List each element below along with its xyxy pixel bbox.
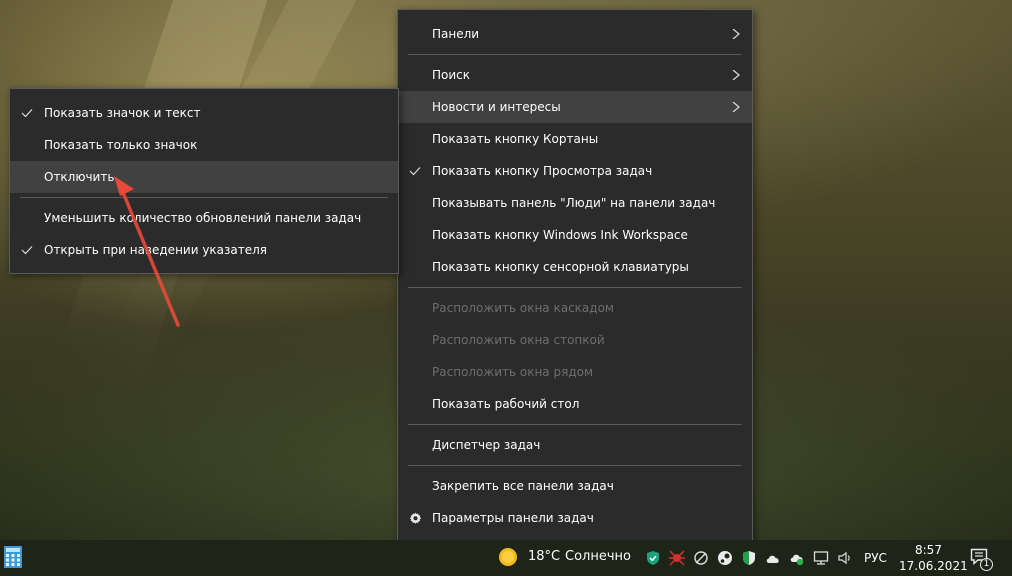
menu-item-show-icon-only[interactable]: Показать только значок [10, 129, 398, 161]
menu-item-label: Уменьшить количество обновлений панели з… [44, 211, 362, 225]
checkmark-icon [21, 109, 33, 118]
menu-item-label: Показать кнопку Просмотра задач [432, 164, 653, 178]
menu-item-show-cortana-button[interactable]: Показать кнопку Кортаны [398, 123, 752, 155]
menu-item-label: Расположить окна каскадом [432, 301, 614, 315]
menu-item-label: Расположить окна рядом [432, 365, 594, 379]
menu-item-search[interactable]: Поиск [398, 59, 752, 91]
speaker-volume-icon[interactable] [837, 550, 853, 566]
menu-item-label: Показать кнопку сенсорной клавиатуры [432, 260, 689, 274]
menu-item-label: Показывать панель "Люди" на панели задач [432, 196, 716, 210]
clock-time: 8:57 [915, 543, 942, 557]
chevron-right-icon [732, 70, 740, 80]
menu-item-side-by-side-windows: Расположить окна рядом [398, 356, 752, 388]
menu-item-turn-off[interactable]: Отключить [10, 161, 398, 193]
gear-icon [409, 512, 422, 524]
menu-item-label: Диспетчер задач [432, 438, 541, 452]
network-disconnected-icon[interactable] [693, 550, 709, 566]
checkmark-icon [21, 246, 33, 255]
menu-item-show-icon-and-text[interactable]: Показать значок и текст [10, 97, 398, 129]
checkmark-icon [409, 167, 421, 176]
menu-item-label: Показать только значок [44, 138, 198, 152]
menu-item-stack-windows: Расположить окна стопкой [398, 324, 752, 356]
clock[interactable]: 8:57 17.06.2021 [895, 542, 968, 574]
weather-condition[interactable]: Солнечно [565, 550, 631, 564]
taskbar: 18°C Солнечно РУС 8:57 17.06.2021 1 [0, 540, 1012, 576]
cloud-sync-icon[interactable] [789, 550, 805, 566]
menu-separator [408, 465, 742, 466]
menu-item-show-task-view-button[interactable]: Показать кнопку Просмотра задач [398, 155, 752, 187]
menu-item-label: Панели [432, 27, 480, 41]
menu-item-show-ink-workspace-button[interactable]: Показать кнопку Windows Ink Workspace [398, 219, 752, 251]
menu-item-lock-taskbars[interactable]: Закрепить все панели задач [398, 470, 752, 502]
menu-separator [408, 287, 742, 288]
menu-item-label: Показать кнопку Windows Ink Workspace [432, 228, 688, 242]
menu-separator [408, 424, 742, 425]
input-language-indicator[interactable]: РУС [864, 551, 887, 565]
menu-item-show-touch-keyboard-button[interactable]: Показать кнопку сенсорной клавиатуры [398, 251, 752, 283]
menu-item-open-on-hover[interactable]: Открыть при наведении указателя [10, 234, 398, 266]
network-computer-icon[interactable] [813, 550, 829, 566]
cloud-icon[interactable] [765, 550, 781, 566]
clock-date: 17.06.2021 [899, 559, 968, 573]
defender-shield-icon[interactable] [741, 550, 757, 566]
notification-count-badge: 1 [980, 558, 993, 571]
steam-icon[interactable] [717, 550, 733, 566]
menu-item-panels[interactable]: Панели [398, 18, 752, 50]
menu-item-taskbar-settings[interactable]: Параметры панели задач [398, 502, 752, 534]
menu-item-show-desktop[interactable]: Показать рабочий стол [398, 388, 752, 420]
red-bug-icon[interactable] [669, 550, 685, 566]
menu-item-label: Поиск [432, 68, 471, 82]
menu-separator [20, 197, 388, 198]
action-center-button[interactable]: 1 [968, 546, 996, 572]
menu-item-label: Закрепить все панели задач [432, 479, 614, 493]
sun-icon[interactable] [498, 547, 518, 567]
shield-check-icon[interactable] [645, 550, 661, 566]
menu-item-label: Новости и интересы [432, 100, 561, 114]
menu-item-label: Открыть при наведении указателя [44, 243, 268, 257]
menu-item-show-people-panel[interactable]: Показывать панель "Люди" на панели задач [398, 187, 752, 219]
news-and-interests-submenu: Показать значок и текст Показать только … [9, 88, 399, 274]
menu-item-label: Отключить [44, 170, 115, 184]
menu-separator [408, 54, 742, 55]
menu-item-reduce-taskbar-updates[interactable]: Уменьшить количество обновлений панели з… [10, 202, 398, 234]
menu-item-label: Показать значок и текст [44, 106, 201, 120]
calculator-app-icon[interactable] [4, 546, 22, 568]
menu-item-label: Показать кнопку Кортаны [432, 132, 599, 146]
chevron-right-icon [732, 29, 740, 39]
menu-item-label: Параметры панели задач [432, 511, 594, 525]
menu-item-news-and-interests[interactable]: Новости и интересы [398, 91, 752, 123]
menu-item-label: Расположить окна стопкой [432, 333, 605, 347]
menu-item-label: Показать рабочий стол [432, 397, 580, 411]
weather-temperature[interactable]: 18°C [528, 550, 560, 564]
menu-item-task-manager[interactable]: Диспетчер задач [398, 429, 752, 461]
chevron-right-icon [732, 102, 740, 112]
taskbar-context-menu: Панели Поиск Новости и интересы Показать… [397, 9, 753, 543]
menu-item-cascade-windows: Расположить окна каскадом [398, 292, 752, 324]
